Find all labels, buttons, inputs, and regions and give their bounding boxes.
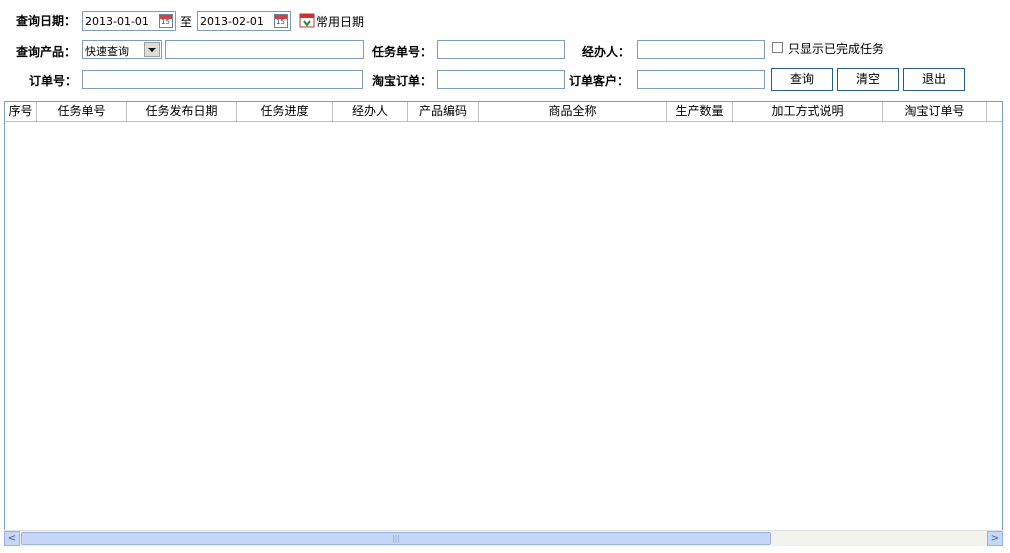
column-header-release-date[interactable]: 任务发布日期 (127, 102, 237, 121)
grid-header: 序号 任务单号 任务发布日期 任务进度 经办人 产品编码 商品全称 生产数量 加… (5, 102, 1002, 122)
scroll-right-icon[interactable]: > (987, 531, 1003, 546)
horizontal-scrollbar[interactable]: < ||| > (4, 530, 1003, 546)
product-mode-value: 快速查询 (85, 45, 129, 58)
handler-label: 经办人： (582, 45, 631, 59)
product-input[interactable] (165, 40, 364, 59)
product-mode-select[interactable]: 快速查询 (82, 40, 162, 59)
exit-button[interactable]: 退出 (903, 68, 965, 91)
order-customer-input[interactable] (637, 70, 765, 89)
order-no-label: 订单号： (29, 74, 78, 88)
task-no-input[interactable] (437, 40, 565, 59)
date-separator: 至 (180, 15, 193, 29)
column-header-taobao-order[interactable]: 淘宝订单号 (883, 102, 987, 121)
scroll-left-icon[interactable]: < (4, 531, 20, 546)
chevron-down-icon[interactable] (144, 42, 160, 57)
clear-button[interactable]: 清空 (837, 68, 899, 91)
taobao-order-label: 淘宝订单： (372, 74, 433, 88)
date-from-value: 2013-01-01 (85, 15, 149, 28)
column-header-product-code[interactable]: 产品编码 (408, 102, 479, 121)
calendar-icon[interactable]: 15 (159, 14, 173, 28)
column-header-task-no[interactable]: 任务单号 (37, 102, 127, 121)
order-no-input[interactable] (82, 70, 363, 89)
order-customer-label: 订单客户： (569, 74, 630, 88)
date-from-field[interactable]: 2013-01-01 15 (82, 11, 176, 31)
scrollbar-thumb[interactable]: ||| (21, 532, 771, 545)
query-date-label: 查询日期： (16, 14, 77, 28)
common-dates-link[interactable]: 常用日期 (316, 13, 364, 30)
column-header-processing-note[interactable]: 加工方式说明 (733, 102, 883, 121)
handler-input[interactable] (637, 40, 765, 59)
column-header-seq[interactable]: 序号 (5, 102, 37, 121)
column-header-quantity[interactable]: 生产数量 (667, 102, 733, 121)
show-completed-label[interactable]: 只显示已完成任务 (788, 40, 884, 57)
date-to-field[interactable]: 2013-02-01 15 (197, 11, 291, 31)
task-no-label: 任务单号： (372, 45, 433, 59)
common-dates-icon[interactable] (299, 12, 315, 28)
query-button[interactable]: 查询 (771, 68, 833, 91)
taobao-order-input[interactable] (437, 70, 565, 89)
column-header-handler[interactable]: 经办人 (333, 102, 408, 121)
column-header-progress[interactable]: 任务进度 (237, 102, 333, 121)
calendar-icon[interactable]: 15 (274, 14, 288, 28)
product-label: 查询产品： (16, 45, 77, 59)
date-to-value: 2013-02-01 (200, 15, 264, 28)
show-completed-checkbox[interactable] (772, 42, 783, 53)
column-header-product-name[interactable]: 商品全称 (479, 102, 667, 121)
task-grid[interactable]: 序号 任务单号 任务发布日期 任务进度 经办人 产品编码 商品全称 生产数量 加… (4, 101, 1003, 546)
